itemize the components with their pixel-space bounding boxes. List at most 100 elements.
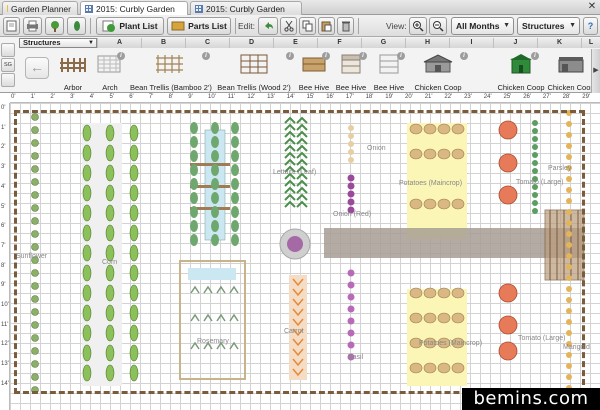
column-header: I (449, 38, 493, 48)
info-icon[interactable]: i (359, 52, 367, 60)
object-arbor[interactable]: Arbor (54, 49, 92, 93)
zoom-out-button[interactable] (429, 17, 447, 35)
info-icon[interactable]: i (117, 52, 125, 60)
label-onion-red: Onion (Red) (333, 211, 372, 218)
object-chicken-coop-1[interactable]: Chicken Coop (410, 49, 466, 93)
parts-list-icon (171, 21, 185, 31)
object-chicken-coop-3[interactable]: Chicken Coop (546, 49, 596, 93)
tab-curbly-garden-active[interactable]: 2015: Curbly Garden (80, 1, 188, 15)
object-label: Chicken Coop (414, 83, 462, 92)
copy-button[interactable] (299, 17, 316, 35)
chevron-right-icon: ▶ (593, 67, 599, 74)
ruler-tick: 25' (503, 94, 512, 100)
column-header: L (581, 38, 600, 48)
object-bean-trellis-wood[interactable]: Bean Trellis (Wood 2') (214, 49, 294, 93)
ruler-tick: 0' (11, 94, 16, 100)
ruler-tick: 9' (188, 94, 193, 100)
info-icon[interactable]: i (531, 52, 539, 60)
label-onion: Onion (367, 145, 386, 152)
label-potatoes-top: Potatoes (Maincrop) (399, 180, 463, 187)
column-header: D (229, 38, 273, 48)
arrow-left-icon: ← (30, 59, 44, 75)
info-icon[interactable]: i (460, 52, 468, 60)
delete-button[interactable] (337, 17, 354, 35)
copy-icon (302, 20, 313, 32)
parts-list-button[interactable]: Parts List (167, 17, 231, 35)
ruler-tick: 1' (30, 94, 36, 100)
object-category-select[interactable]: Structures ▼ (19, 38, 97, 48)
garden-settings-button[interactable] (45, 17, 64, 35)
side-tab-1[interactable] (1, 43, 15, 57)
ruler-tick: 7' (1, 242, 6, 249)
column-header: F (317, 38, 361, 48)
arbor-icon (60, 58, 86, 72)
ruler-tick: 13' (267, 94, 275, 100)
document-icon (6, 20, 17, 32)
object-label: Chicken Coop (547, 83, 595, 92)
ruler-tick: 12' (247, 94, 256, 100)
ruler-tick: 7' (148, 94, 154, 100)
document-tab-bar: Garden Planner 2015: Curbly Garden 2015:… (0, 0, 600, 15)
info-icon[interactable]: i (202, 52, 210, 60)
side-tab-3[interactable] (1, 73, 15, 87)
plant-list-button[interactable]: Plant List (96, 17, 164, 35)
info-icon[interactable]: i (286, 52, 294, 60)
object-label: Bee Hive (373, 83, 405, 92)
ruler-tick: 13' (1, 361, 9, 368)
info-icon[interactable]: i (397, 52, 405, 60)
ruler-tick: 14' (286, 94, 295, 100)
zoom-in-button[interactable] (409, 17, 427, 35)
main-toolbar: Plant List Parts List Edit: View: All Mo… (0, 15, 600, 37)
close-tab-icon[interactable]: ✕ (586, 1, 598, 13)
info-icon[interactable]: i (322, 52, 330, 60)
ruler-tick: 28' (562, 94, 571, 100)
watermark: bemins.com (462, 388, 600, 410)
scroll-right-button[interactable]: ▶ (591, 49, 600, 93)
ruler-tick: 1' (1, 124, 6, 131)
ruler-tick: 23' (464, 94, 472, 100)
column-header: E (273, 38, 317, 48)
new-plan-button[interactable] (3, 17, 20, 35)
chevron-down-icon: ▼ (569, 22, 576, 29)
ruler-tick: 12' (1, 341, 9, 348)
chevron-down-icon: ▼ (503, 22, 510, 29)
fence-outline (14, 110, 585, 394)
ruler-tick: 5' (109, 94, 114, 100)
side-tab-sg[interactable]: SG (1, 58, 15, 72)
plant-list-label: Plant List (119, 21, 158, 31)
help-button[interactable]: ? (583, 17, 598, 35)
column-header: C (185, 38, 229, 48)
label-carrot: Carrot (284, 328, 304, 335)
ruler-tick: 24' (483, 94, 492, 100)
ruler-tick: 3' (1, 164, 6, 171)
months-select[interactable]: All Months ▼ (451, 17, 514, 35)
undo-button[interactable] (258, 17, 278, 35)
chicken-coop-icon (423, 54, 453, 73)
tab-label: Garden Planner (10, 3, 71, 14)
category-select[interactable]: Structures ▼ (517, 17, 580, 35)
label-potatoes-bottom: Potatoes (Maincrop) (419, 340, 483, 347)
parts-list-label: Parts List (188, 21, 227, 31)
tab-garden-planner[interactable]: Garden Planner (2, 1, 78, 15)
object-bean-trellis-bamboo[interactable]: Bean Trellis (Bamboo 2') (130, 49, 212, 93)
object-label: Bee Hive (298, 83, 330, 92)
ruler-tick: 17' (345, 94, 354, 100)
print-button[interactable] (23, 17, 42, 35)
tab-curbly-garden[interactable]: 2015: Curbly Garden (190, 1, 302, 15)
column-header: B (141, 38, 185, 48)
folder-icon (7, 5, 8, 12)
chicken-coop-icon (558, 57, 584, 73)
paste-button[interactable] (318, 17, 335, 35)
object-chicken-coop-2[interactable]: Chicken Coop (494, 49, 548, 93)
garden-plan-canvas[interactable]: Sunflower Corn Lettuce (Leaf) Onion Onio… (10, 103, 600, 410)
back-arrow-button[interactable]: ← (25, 57, 49, 79)
ruler-tick: 4' (89, 94, 95, 100)
view-label: View: (386, 21, 407, 31)
label-tomato-bottom: Tomato (Large) (518, 335, 566, 342)
plant-settings-button[interactable] (67, 17, 86, 35)
months-select-value: All Months (456, 21, 500, 31)
garden-plan-icon (85, 4, 93, 13)
cut-button[interactable] (280, 17, 297, 35)
ruler-tick: 10' (208, 94, 216, 100)
ruler-tick: 9' (1, 282, 6, 289)
